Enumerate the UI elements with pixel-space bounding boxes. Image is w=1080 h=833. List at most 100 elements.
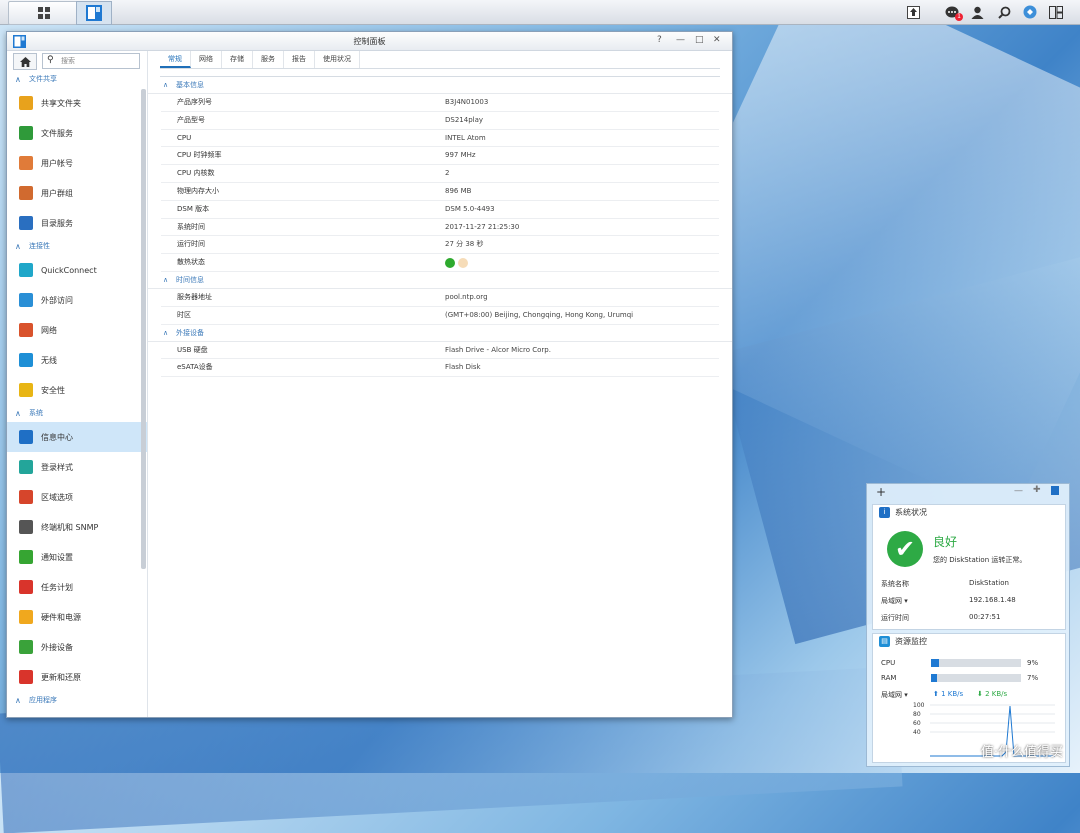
external-device-icon: [19, 640, 33, 654]
chevron-up-icon: ∧: [15, 75, 21, 84]
sidebar-item-label: 目录服务: [41, 218, 73, 228]
info-value: 896 MB: [445, 186, 472, 195]
tab[interactable]: 常规: [160, 51, 191, 68]
info-value: Flash Disk: [445, 363, 481, 372]
sidebar-item[interactable]: 用户群组: [7, 178, 147, 208]
sidebar-item[interactable]: 文件服务: [7, 118, 147, 148]
network-dropdown[interactable]: 局域网 ▾: [881, 690, 908, 700]
sidebar-section-header[interactable]: ∧ 文件共享: [7, 71, 147, 88]
quickconnect-icon: [19, 263, 33, 277]
home-button[interactable]: [13, 53, 37, 70]
sidebar-item[interactable]: QuickConnect: [7, 255, 147, 285]
system-health-widget: i 系统状况 ✔ 良好 您的 DiskStation 运转正常。 系统名称 Dis…: [872, 504, 1066, 630]
sidebar-item[interactable]: 目录服务: [7, 208, 147, 238]
help-icon[interactable]: ?: [657, 35, 662, 45]
user-icon[interactable]: [968, 3, 986, 21]
upload-icon[interactable]: [904, 3, 922, 21]
tab[interactable]: 存储: [222, 51, 253, 68]
chevron-up-icon: ∧: [15, 696, 21, 705]
lan-ip-value: 192.168.1.48: [969, 596, 1016, 604]
notification-badge: 1: [955, 13, 963, 21]
cpu-bar: [931, 659, 1021, 667]
sidebar-item[interactable]: 外部访问: [7, 285, 147, 315]
info-key: DSM 版本: [177, 204, 210, 213]
sidebar-section-header[interactable]: ∧ 应用程序: [7, 692, 147, 709]
info-value: B3J4N01003: [445, 98, 489, 106]
info-key: 运行时间: [177, 240, 205, 249]
window-titlebar[interactable]: 控制面板 ? — □ ✕: [7, 32, 732, 51]
info-table: ∧ 基本信息 产品序列号 B3J4N01003 产品型号 DS214play CPU INTE…: [148, 77, 732, 378]
show-desktop-icon[interactable]: [1047, 3, 1065, 21]
info-row: 散热状态: [161, 254, 719, 272]
search-icon: ⚲: [47, 55, 54, 65]
info-row: 产品序列号 B3J4N01003: [161, 94, 719, 112]
widgets-icon[interactable]: [1021, 3, 1039, 21]
info-group-header[interactable]: ∧ 时间信息: [148, 272, 732, 289]
tab-bar: 常规 网络 存储 服务 报告 使用状况: [160, 51, 720, 69]
sidebar-section-header[interactable]: ∧ 系统: [7, 405, 147, 422]
add-widget-icon[interactable]: +: [876, 485, 886, 499]
sidebar-section-header[interactable]: ∧ 连接性: [7, 238, 147, 255]
sidebar-item[interactable]: 用户帐号: [7, 148, 147, 178]
sidebar-item[interactable]: 共享文件夹: [7, 88, 147, 118]
main-menu-button[interactable]: [8, 1, 80, 25]
sidebar-item-label: 外接设备: [41, 642, 73, 652]
sidebar-scrollbar[interactable]: [141, 89, 146, 569]
lan-dropdown[interactable]: 局域网 ▾: [881, 596, 908, 606]
info-group-header[interactable]: ∧ 基本信息: [148, 77, 732, 94]
tab[interactable]: 服务: [253, 51, 284, 68]
minimize-icon[interactable]: —: [676, 35, 685, 45]
home-icon: [19, 56, 31, 67]
minimize-icon[interactable]: —: [1014, 486, 1023, 496]
tab[interactable]: 报告: [284, 51, 315, 68]
section-label: 连接性: [29, 242, 50, 250]
info-row: 时区 (GMT+08:00) Beijing, Chongqing, Hong K…: [161, 307, 719, 325]
sidebar-item-label: 外部访问: [41, 295, 73, 305]
chevron-up-icon: ∧: [163, 81, 169, 89]
theme-icon: [19, 460, 33, 474]
user-icon: [19, 156, 33, 170]
sidebar-item[interactable]: 无线: [7, 345, 147, 375]
info-value: 27 分 38 秒: [445, 240, 484, 249]
control-panel-icon: [86, 5, 102, 21]
info-row: 系统时间 2017-11-27 21:25:30: [161, 219, 719, 237]
sidebar-item[interactable]: 终端机和 SNMP: [7, 512, 147, 542]
sidebar-item[interactable]: 外接设备: [7, 632, 147, 662]
collapse-icon[interactable]: [1051, 486, 1059, 495]
chevron-up-icon: ∧: [163, 328, 169, 337]
sidebar-item[interactable]: 信息中心: [7, 422, 147, 452]
sidebar-item-label: 安全性: [41, 385, 65, 395]
search-icon[interactable]: [995, 3, 1013, 21]
sidebar-item[interactable]: 安全性: [7, 375, 147, 405]
notifications-icon[interactable]: 1: [943, 3, 963, 21]
sidebar-item[interactable]: 登录样式: [7, 452, 147, 482]
uptime-value: 00:27:51: [969, 613, 1001, 621]
sidebar-item[interactable]: 区域选项: [7, 482, 147, 512]
group-icon: [19, 186, 33, 200]
sidebar-item[interactable]: 网络: [7, 315, 147, 345]
search-input[interactable]: ⚲ 搜索: [42, 53, 140, 69]
tab[interactable]: 使用状况: [315, 51, 360, 68]
sidebar-item[interactable]: 更新和还原: [7, 662, 147, 692]
pin-icon[interactable]: ✚: [1033, 485, 1041, 495]
control-panel-window: 控制面板 ? — □ ✕ ⚲ 搜索 ∧ 文件共享 共享文件夹 文件服务 用户帐号 用户群组…: [6, 31, 733, 718]
regional-icon: [19, 490, 33, 504]
cpu-percent: 9%: [1027, 659, 1039, 667]
info-value: INTEL Atom: [445, 133, 486, 142]
tab[interactable]: 网络: [191, 51, 222, 68]
sidebar-item[interactable]: 任务计划: [7, 572, 147, 602]
sidebar-item[interactable]: 硬件和电源: [7, 602, 147, 632]
info-group-header[interactable]: ∧ 外接设备: [148, 325, 732, 342]
chart-tick-label: 100: [913, 702, 925, 709]
sidebar-item[interactable]: 通知设置: [7, 542, 147, 572]
status-description: 您的 DiskStation 运转正常。: [933, 556, 1027, 564]
system-name-value: DiskStation: [969, 579, 1009, 587]
info-value: 2017-11-27 21:25:30: [445, 222, 520, 231]
security-icon: [19, 383, 33, 397]
control-panel-taskbar-button[interactable]: [76, 1, 112, 25]
info-key: 时区: [177, 310, 191, 319]
maximize-icon[interactable]: □: [695, 35, 704, 45]
close-icon[interactable]: ✕: [713, 35, 721, 45]
info-value: pool.ntp.org: [445, 292, 488, 301]
info-icon: i: [879, 507, 890, 518]
